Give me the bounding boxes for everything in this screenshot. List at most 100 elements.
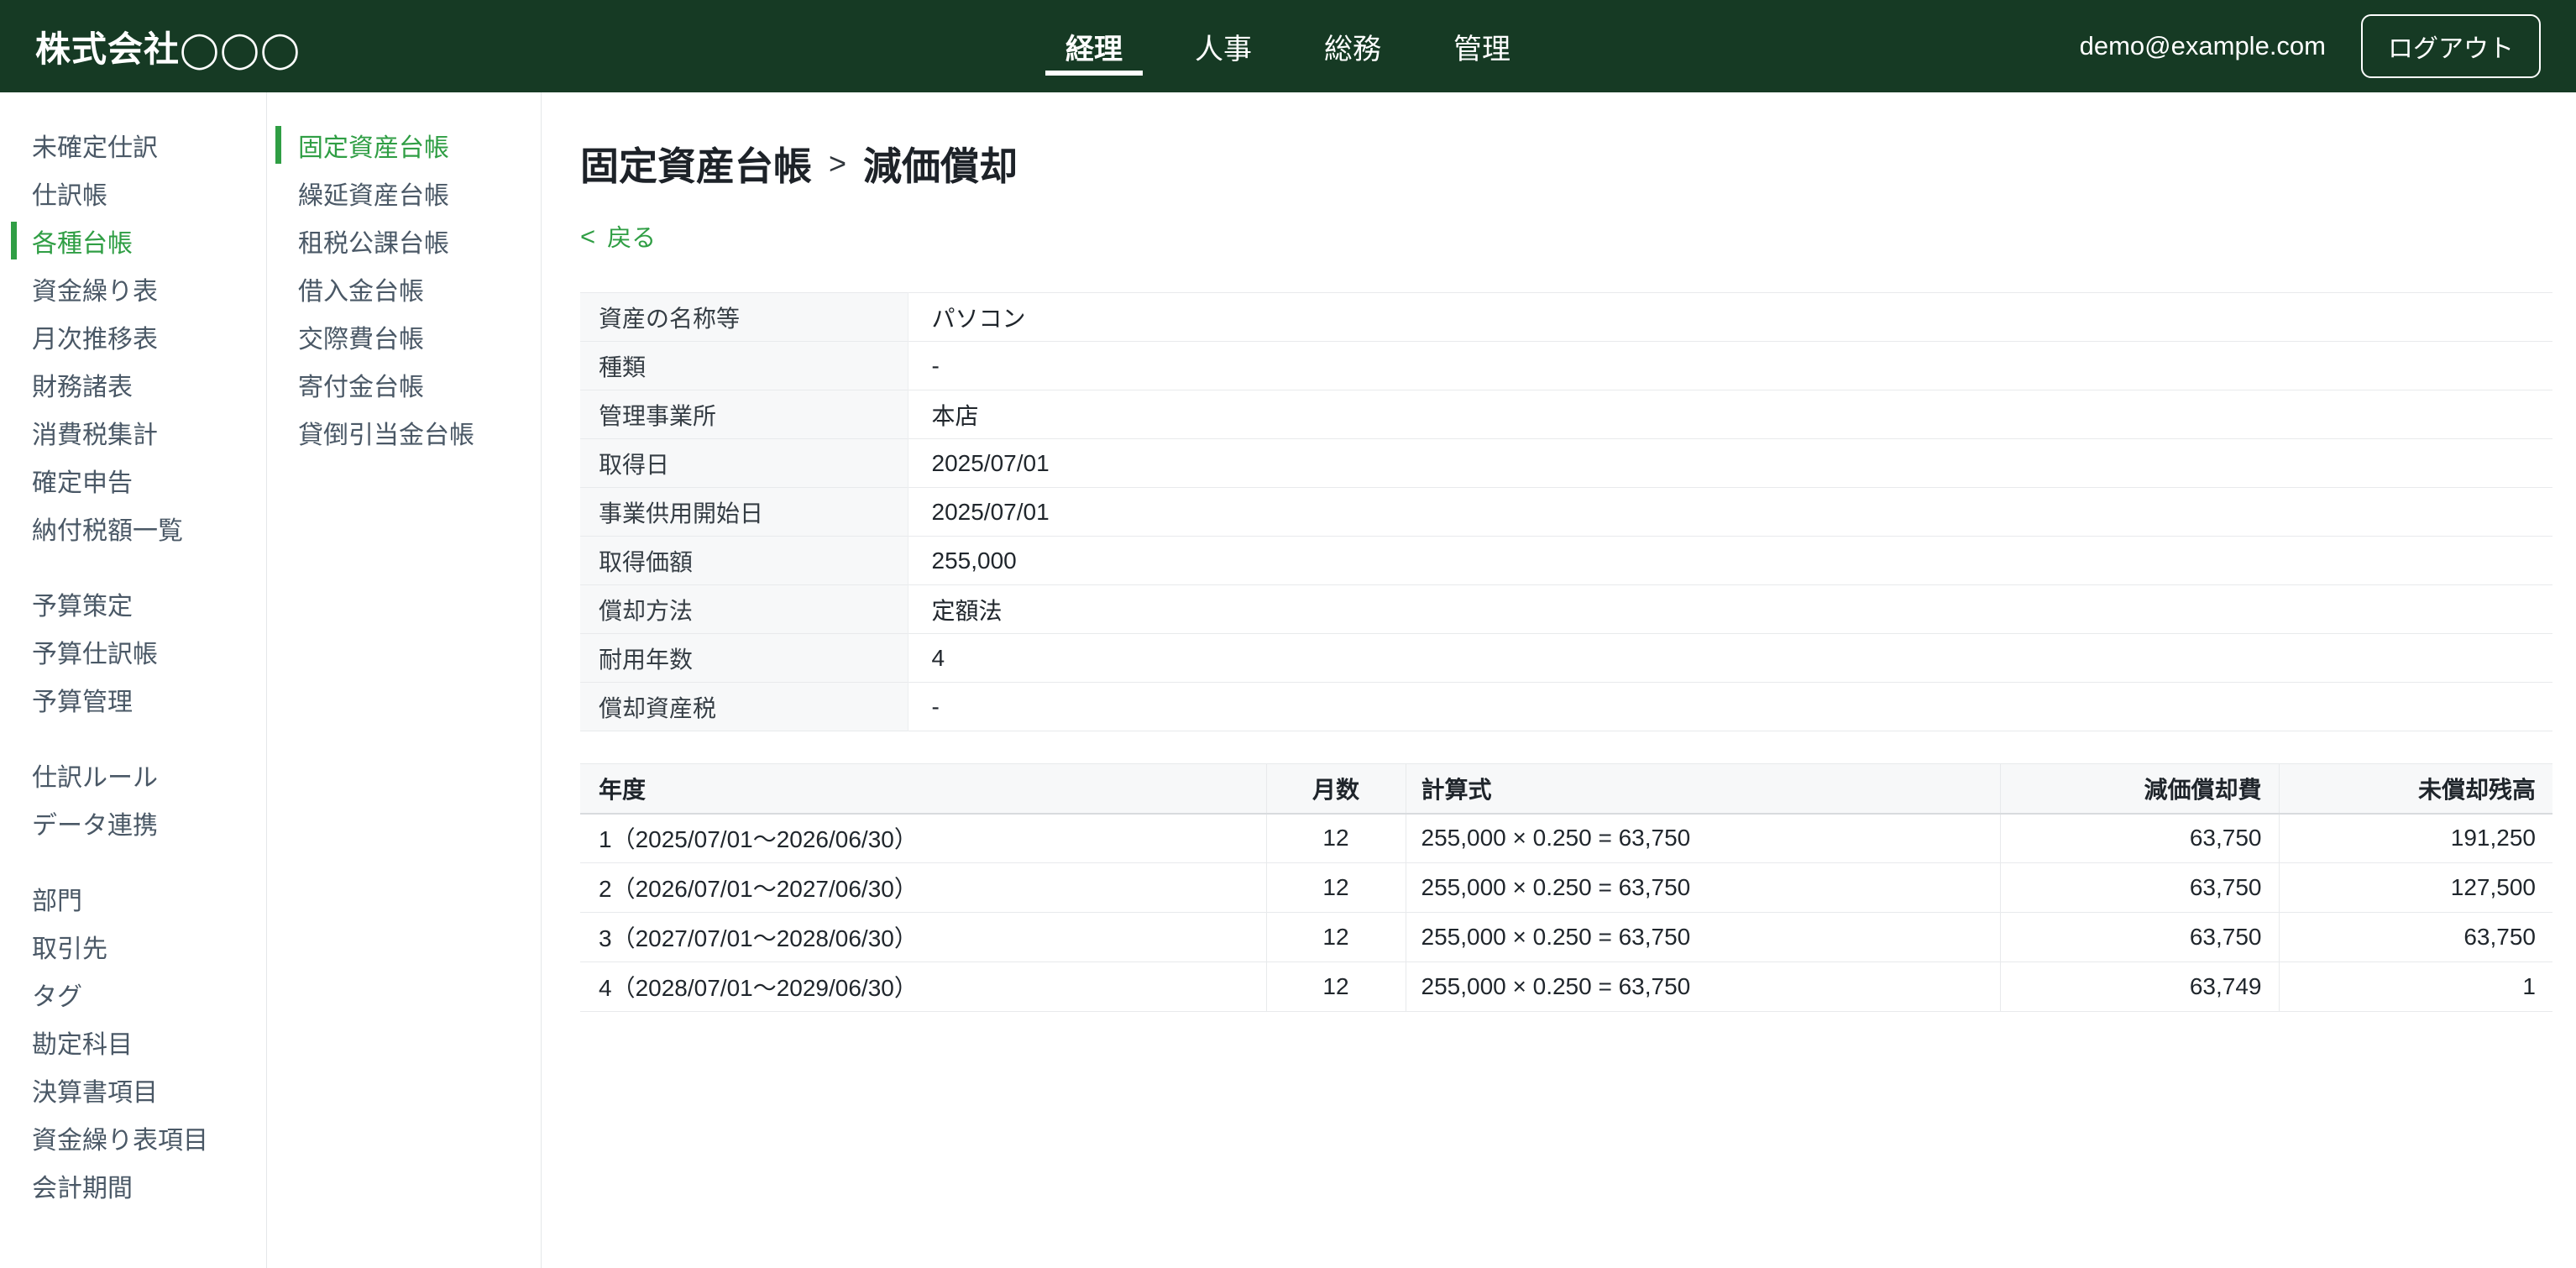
depreciation-header-row: 年度 月数 計算式 減価償却費 未償却残高	[580, 764, 2552, 814]
detail-label: 資産の名称等	[580, 293, 908, 342]
cell-months: 12	[1266, 863, 1406, 913]
sidebar-item[interactable]: 会計期間	[0, 1161, 266, 1209]
sidebar-item[interactable]: 未確定仕訳	[0, 121, 266, 169]
nav-tab-label: 総務	[1324, 26, 1381, 67]
detail-value: 2025/07/01	[908, 488, 2552, 537]
sidebar-item-label: 月次推移表	[32, 318, 158, 355]
detail-value: 4	[908, 634, 2552, 683]
header-months: 月数	[1266, 764, 1406, 814]
sidebar-item[interactable]: タグ	[0, 970, 266, 1018]
sidebar-item[interactable]: 仕訳帳	[0, 169, 266, 217]
nav-tab-label: 経理	[1065, 26, 1123, 67]
main-content: 固定資産台帳 > 減価償却 < 戻る 資産の名称等 パソコン 種類 -	[542, 92, 2576, 1268]
back-link[interactable]: < 戻る	[580, 218, 656, 254]
nav-tab[interactable]: 総務	[1324, 0, 1381, 92]
sidebar-item[interactable]: 資金繰り表	[0, 265, 266, 312]
depreciation-row: 2（2026/07/01〜2027/06/30） 12 255,000 × 0.…	[580, 863, 2552, 913]
detail-value: 255,000	[908, 537, 2552, 585]
sidebar-item[interactable]: 勘定科目	[0, 1018, 266, 1066]
sidebar-item-label: 消費税集計	[32, 414, 158, 451]
ledger-sidebar: 固定資産台帳 繰延資産台帳 租税公課台帳 借入金台帳 交際費台帳	[267, 92, 542, 1268]
cell-fiscal-year: 3（2027/07/01〜2028/06/30）	[580, 913, 1266, 962]
sidebar-item-label: 仕訳帳	[32, 175, 107, 212]
sidebar-group-tools: 仕訳ルール データ連携	[0, 751, 266, 846]
detail-value: 本店	[908, 390, 2552, 439]
sidebar-item[interactable]: データ連携	[0, 799, 266, 846]
detail-value: パソコン	[908, 293, 2552, 342]
ledger-item[interactable]: 租税公課台帳	[267, 217, 541, 265]
header-formula: 計算式	[1406, 764, 2000, 814]
sidebar-item-label: 仕訳ルール	[32, 757, 158, 794]
page-layout: 未確定仕訳 仕訳帳 各種台帳 資金繰り表 月次推移表	[0, 92, 2576, 1268]
nav-tab[interactable]: 人事	[1195, 0, 1252, 92]
sidebar-item-label: データ連携	[32, 804, 158, 841]
nav-tab[interactable]: 経理	[1065, 0, 1123, 92]
breadcrumb-separator-icon: >	[829, 146, 846, 181]
detail-row: 資産の名称等 パソコン	[580, 293, 2552, 342]
detail-label: 事業供用開始日	[580, 488, 908, 537]
ledger-item-label: 租税公課台帳	[298, 223, 449, 259]
sidebar-item[interactable]: 資金繰り表項目	[0, 1113, 266, 1161]
ledger-item[interactable]: 借入金台帳	[267, 265, 541, 312]
depreciation-row: 1（2025/07/01〜2026/06/30） 12 255,000 × 0.…	[580, 814, 2552, 863]
sidebar-item[interactable]: 取引先	[0, 922, 266, 970]
sidebar-group-master: 部門 取引先 タグ 勘定科目 決算書項目 資金繰り	[0, 874, 266, 1209]
cell-formula: 255,000 × 0.250 = 63,750	[1406, 913, 2000, 962]
depreciation-table: 年度 月数 計算式 減価償却費 未償却残高 1（2025/07/01〜2026/…	[580, 763, 2552, 1012]
detail-row: 種類 -	[580, 342, 2552, 390]
cell-formula: 255,000 × 0.250 = 63,750	[1406, 863, 2000, 913]
sidebar-item[interactable]: 仕訳ルール	[0, 751, 266, 799]
company-logo: 株式会社◯◯◯	[35, 21, 301, 72]
detail-label: 取得価額	[580, 537, 908, 585]
cell-remaining-balance: 127,500	[2279, 863, 2552, 913]
logout-button[interactable]: ログアウト	[2361, 14, 2541, 78]
ledger-item[interactable]: 貸倒引当金台帳	[267, 408, 541, 456]
sidebar-item[interactable]: 納付税額一覧	[0, 504, 266, 552]
sidebar-item[interactable]: 部門	[0, 874, 266, 922]
header-depreciation-expense: 減価償却費	[2000, 764, 2279, 814]
sidebar-item-label: 取引先	[32, 928, 107, 965]
sidebar-item[interactable]: 決算書項目	[0, 1066, 266, 1113]
sidebar-item[interactable]: 各種台帳	[0, 217, 266, 265]
cell-depreciation-expense: 63,750	[2000, 913, 2279, 962]
ledger-item[interactable]: 固定資産台帳	[267, 121, 541, 169]
sidebar-group-reports: 未確定仕訳 仕訳帳 各種台帳 資金繰り表 月次推移表	[0, 121, 266, 552]
sidebar-item-label: タグ	[32, 976, 82, 1013]
sidebar-item[interactable]: 月次推移表	[0, 312, 266, 360]
ledger-item[interactable]: 交際費台帳	[267, 312, 541, 360]
sidebar-item-label: 確定申告	[32, 462, 133, 499]
detail-label: 取得日	[580, 439, 908, 488]
sidebar-item-label: 財務諸表	[32, 366, 133, 403]
sidebar-item-label: 会計期間	[32, 1167, 133, 1204]
detail-label: 種類	[580, 342, 908, 390]
sidebar-item[interactable]: 確定申告	[0, 456, 266, 504]
header-fiscal-year: 年度	[580, 764, 1266, 814]
sidebar-item[interactable]: 予算策定	[0, 579, 266, 627]
detail-row: 取得日 2025/07/01	[580, 439, 2552, 488]
ledger-list: 固定資産台帳 繰延資産台帳 租税公課台帳 借入金台帳 交際費台帳	[267, 121, 541, 456]
sidebar-item-label: 予算策定	[32, 585, 133, 622]
detail-label: 管理事業所	[580, 390, 908, 439]
sidebar-item[interactable]: 消費税集計	[0, 408, 266, 456]
ledger-item[interactable]: 寄付金台帳	[267, 360, 541, 408]
sidebar-item[interactable]: 予算仕訳帳	[0, 627, 266, 675]
detail-row: 事業供用開始日 2025/07/01	[580, 488, 2552, 537]
depreciation-row: 4（2028/07/01〜2029/06/30） 12 255,000 × 0.…	[580, 962, 2552, 1012]
asset-details-table: 資産の名称等 パソコン 種類 - 管理事業所 本店 取得日	[580, 292, 2552, 731]
sidebar-item[interactable]: 財務諸表	[0, 360, 266, 408]
nav-tab-label: 人事	[1195, 26, 1252, 67]
detail-label: 耐用年数	[580, 634, 908, 683]
back-link-label: 戻る	[607, 218, 656, 254]
ledger-item[interactable]: 繰延資産台帳	[267, 169, 541, 217]
sidebar-item[interactable]: 予算管理	[0, 675, 266, 723]
detail-value: -	[908, 683, 2552, 731]
detail-value: -	[908, 342, 2552, 390]
cell-formula: 255,000 × 0.250 = 63,750	[1406, 962, 2000, 1012]
header-right: demo@example.com ログアウト	[2080, 14, 2541, 78]
cell-depreciation-expense: 63,749	[2000, 962, 2279, 1012]
detail-row: 管理事業所 本店	[580, 390, 2552, 439]
nav-tab[interactable]: 管理	[1453, 0, 1511, 92]
sidebar-item-label: 勘定科目	[32, 1024, 133, 1061]
user-email: demo@example.com	[2080, 31, 2326, 61]
cell-remaining-balance: 1	[2279, 962, 2552, 1012]
